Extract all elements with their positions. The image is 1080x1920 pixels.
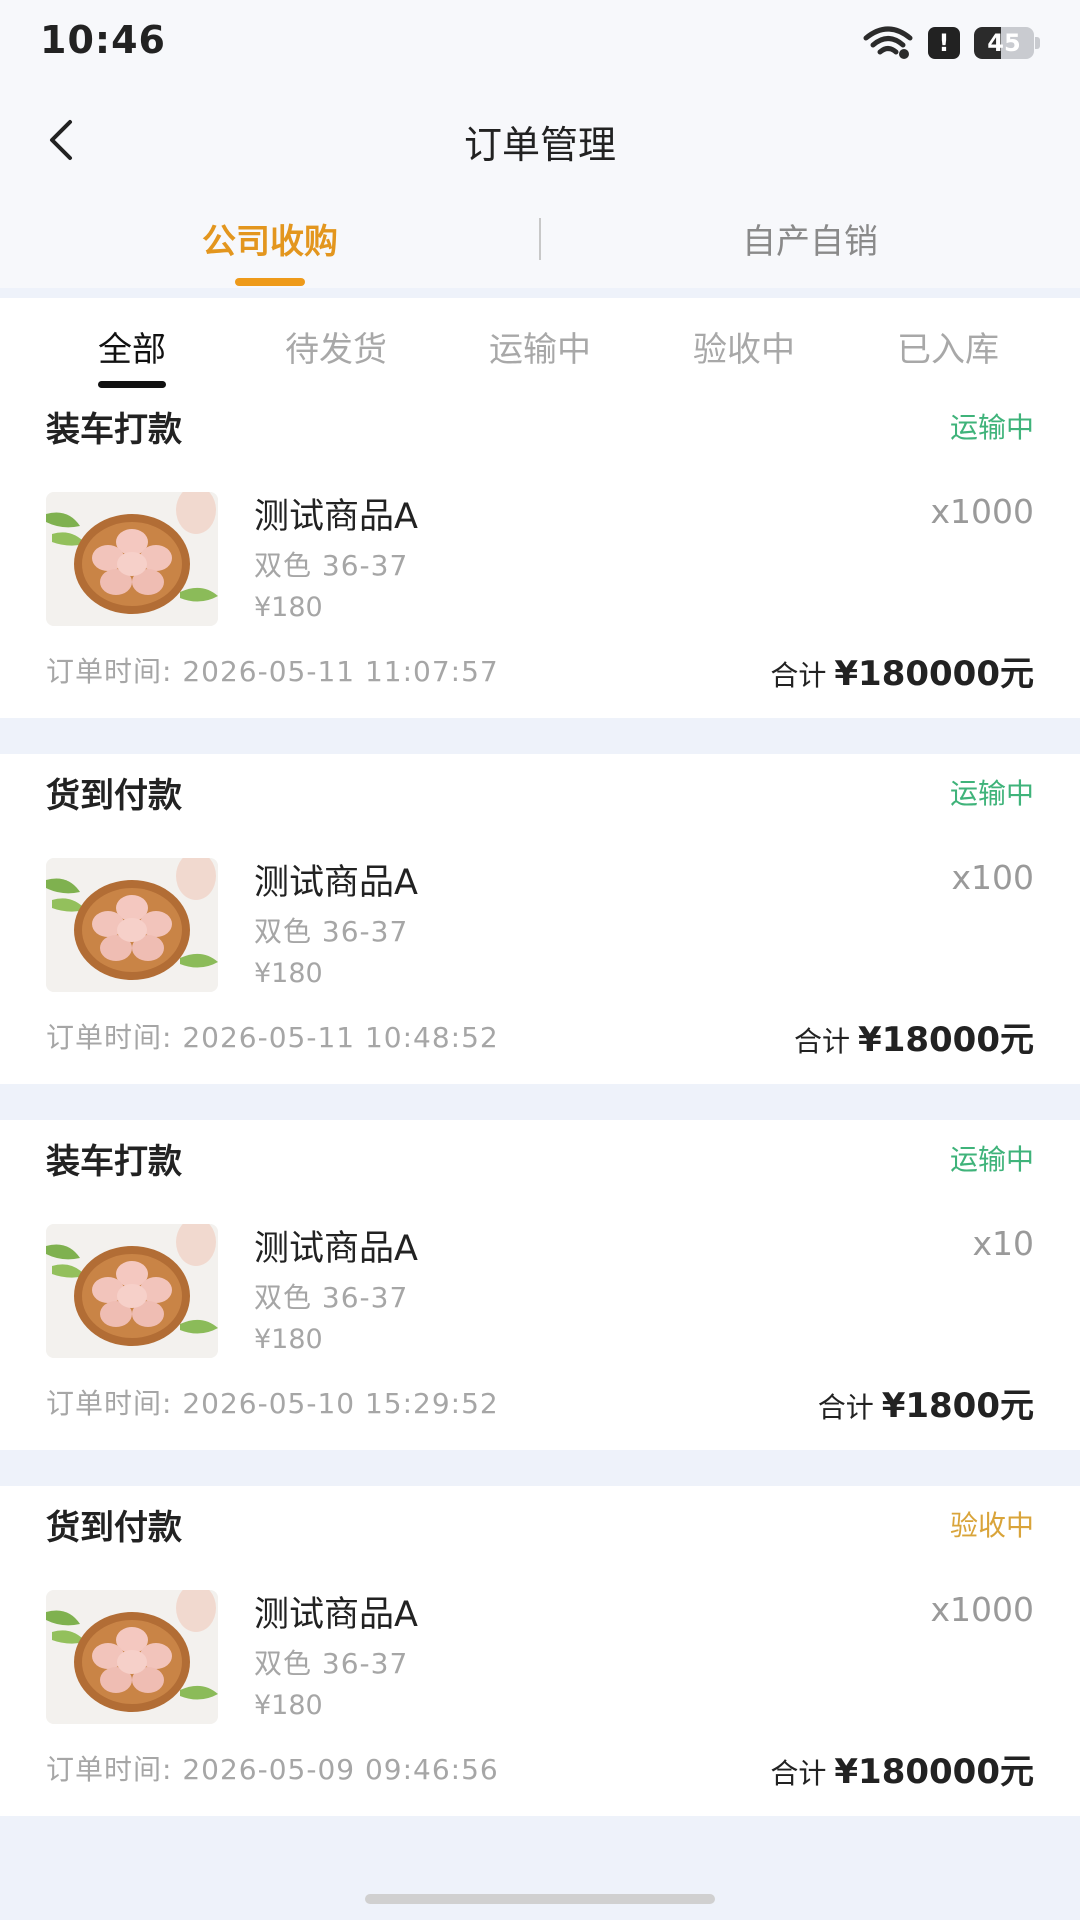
- order-time: 订单时间: 2026-05-09 09:46:56: [46, 1748, 499, 1788]
- product-spec: 双色 36-37: [254, 549, 409, 582]
- total-label: 合计: [770, 1757, 827, 1790]
- product-name: 测试商品A: [254, 863, 418, 903]
- product-quantity: x100: [951, 858, 1034, 897]
- egg-product-icon: [46, 858, 218, 992]
- page-title: 订单管理: [463, 123, 616, 167]
- order-total: 合计 ¥180000元: [770, 646, 1034, 695]
- order-pay-type: 货到付款: [46, 776, 182, 816]
- product-spec: 双色 36-37: [254, 1647, 409, 1680]
- order-time: 订单时间: 2026-05-10 15:29:52: [46, 1382, 499, 1422]
- total-label: 合计: [817, 1391, 874, 1424]
- total-value: ¥1800元: [881, 1386, 1034, 1426]
- order-card[interactable]: 装车打款 运输中 测试商品A 双色 36-37 ¥180 x10 订单时间: 2…: [0, 1120, 1080, 1450]
- product-quantity: x1000: [930, 1590, 1034, 1629]
- order-time-label: 订单时间:: [46, 1387, 173, 1420]
- status-filter-tabs: 全部 待发货 运输中 验收中 已入库: [0, 298, 1080, 388]
- product-spec: 双色 36-37: [254, 1281, 409, 1314]
- product-name: 测试商品A: [254, 1229, 418, 1269]
- order-list: 装车打款 运输中 测试商品A 双色 36-37 ¥180 x1000 订单时间:…: [0, 388, 1080, 1852]
- order-total: 合计 ¥1800元: [818, 1378, 1034, 1427]
- product-price: ¥180: [254, 1324, 323, 1355]
- order-time: 订单时间: 2026-05-11 10:48:52: [46, 1016, 499, 1056]
- filter-tab-in-transit[interactable]: 运输中: [450, 298, 630, 388]
- total-label: 合计: [770, 659, 827, 692]
- product-price: ¥180: [254, 592, 323, 623]
- order-card[interactable]: 装车打款 运输中 测试商品A 双色 36-37 ¥180 x1000 订单时间:…: [0, 388, 1080, 718]
- order-pay-type: 货到付款: [46, 1508, 182, 1548]
- battery-icon: 45: [974, 27, 1040, 59]
- order-time-value: 2026-05-10 15:29:52: [182, 1387, 499, 1420]
- order-total: 合计 ¥18000元: [794, 1012, 1034, 1061]
- order-total: 合计 ¥180000元: [770, 1744, 1034, 1793]
- order-card[interactable]: 货到付款 验收中 测试商品A 双色 36-37 ¥180 x1000 订单时间:…: [0, 1486, 1080, 1816]
- product-quantity: x1000: [930, 492, 1034, 531]
- total-label: 合计: [794, 1025, 851, 1058]
- egg-product-icon: [46, 492, 218, 626]
- order-time-value: 2026-05-11 11:07:57: [182, 655, 499, 688]
- wifi-icon: [863, 26, 913, 59]
- product-price: ¥180: [254, 958, 323, 989]
- product-quantity: x10: [972, 1224, 1034, 1263]
- product-name: 测试商品A: [254, 1595, 418, 1635]
- total-value: ¥180000元: [834, 654, 1034, 694]
- order-time-value: 2026-05-09 09:46:56: [182, 1753, 499, 1786]
- order-time-value: 2026-05-11 10:48:52: [182, 1021, 499, 1054]
- home-indicator: [365, 1894, 715, 1904]
- total-value: ¥180000元: [834, 1752, 1034, 1792]
- battery-level: 45: [987, 29, 1021, 57]
- order-status: 运输中: [949, 411, 1034, 444]
- order-time-label: 订单时间:: [46, 1753, 173, 1786]
- alert-icon: !: [928, 27, 960, 59]
- order-status: 运输中: [949, 1143, 1034, 1176]
- status-icons: ! 45: [862, 26, 1040, 60]
- product-name: 测试商品A: [254, 497, 418, 537]
- nav-bar: 订单管理: [0, 90, 1080, 190]
- order-status: 运输中: [949, 777, 1034, 810]
- order-management-screen: 10:46 ! 45 订单管理 公司收购 自产自销 全部 待发货 运输中 验收中…: [0, 0, 1080, 1920]
- filter-tab-all[interactable]: 全部: [42, 298, 222, 388]
- order-card[interactable]: 货到付款 运输中 测试商品A 双色 36-37 ¥180 x100 订单时间: …: [0, 754, 1080, 1084]
- order-pay-type: 装车打款: [46, 1142, 182, 1182]
- filter-tab-inspecting[interactable]: 验收中: [654, 298, 834, 388]
- order-time-label: 订单时间:: [46, 1021, 173, 1054]
- filter-tab-pending-shipment[interactable]: 待发货: [246, 298, 426, 388]
- order-pay-type: 装车打款: [46, 410, 182, 450]
- product-spec: 双色 36-37: [254, 915, 409, 948]
- status-bar: 10:46 ! 45: [0, 0, 1080, 90]
- egg-product-icon: [46, 1590, 218, 1724]
- order-time-label: 订单时间:: [46, 655, 173, 688]
- filter-tab-stocked[interactable]: 已入库: [858, 298, 1038, 388]
- tab-self-produce[interactable]: 自产自销: [540, 190, 1080, 288]
- order-time: 订单时间: 2026-05-11 11:07:57: [46, 650, 499, 690]
- status-time: 10:46: [40, 18, 166, 62]
- egg-product-icon: [46, 1224, 218, 1358]
- total-value: ¥18000元: [858, 1020, 1034, 1060]
- tab-company-purchase[interactable]: 公司收购: [0, 190, 540, 288]
- order-status: 验收中: [949, 1509, 1034, 1542]
- top-tabs: 公司收购 自产自销: [0, 190, 1080, 288]
- product-price: ¥180: [254, 1690, 323, 1721]
